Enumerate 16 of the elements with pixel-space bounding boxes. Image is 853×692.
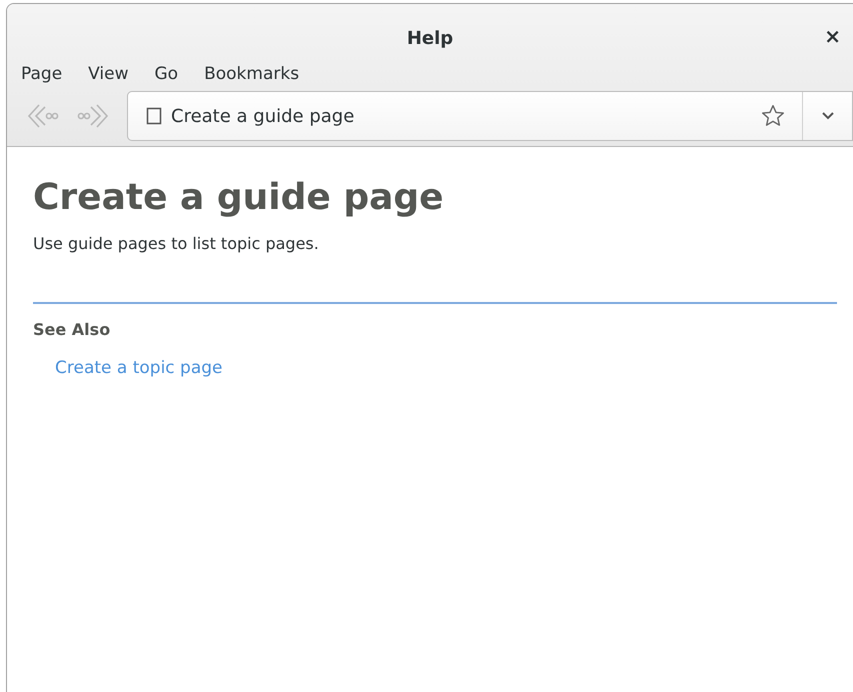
page-icon: [146, 107, 162, 125]
close-button[interactable]: ×: [822, 26, 843, 46]
menu-item[interactable]: Bookmarks: [191, 62, 312, 86]
address-bar[interactable]: Create a guide page: [127, 91, 853, 141]
star-icon: [760, 103, 786, 129]
see-also-heading: See Also: [33, 319, 112, 341]
menu-item[interactable]: Page: [7, 62, 76, 86]
menu-item[interactable]: View: [75, 62, 142, 86]
window-title: Help: [406, 26, 454, 50]
forward-arrow-icon: [77, 103, 109, 129]
back-arrow-icon: [27, 103, 59, 129]
intro-text: Use guide pages to list topic pages.: [33, 233, 320, 255]
menu-item[interactable]: Go: [142, 62, 192, 86]
page-heading: Create a guide page: [33, 176, 445, 220]
address-text: Create a guide page: [171, 104, 354, 128]
caret-icon: [820, 111, 834, 121]
